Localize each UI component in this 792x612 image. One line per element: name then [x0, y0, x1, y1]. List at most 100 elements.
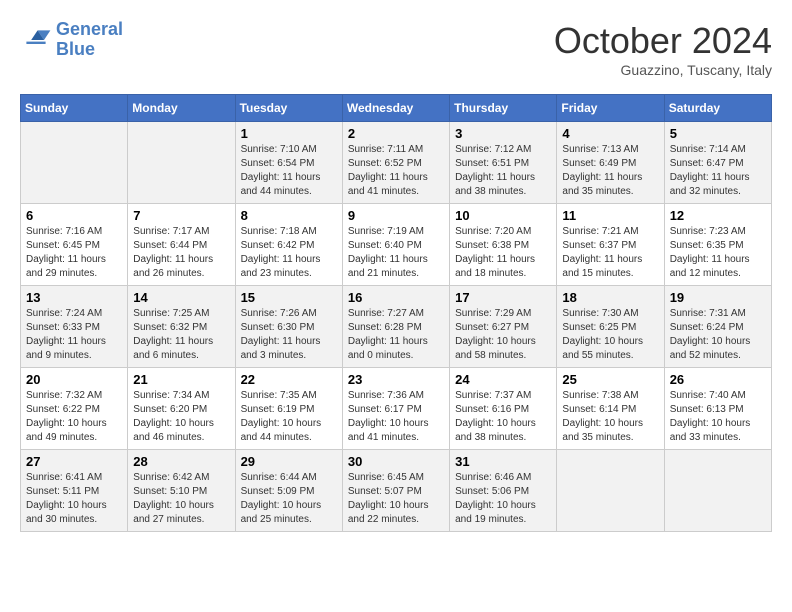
calendar-cell: 18Sunrise: 7:30 AMSunset: 6:25 PMDayligh… — [557, 286, 664, 368]
day-number: 1 — [241, 126, 337, 141]
day-info: Sunrise: 7:12 AMSunset: 6:51 PMDaylight:… — [455, 143, 551, 199]
day-info: Sunrise: 7:14 AMSunset: 6:47 PMDaylight:… — [670, 143, 766, 199]
day-info: Sunrise: 7:18 AMSunset: 6:42 PMDaylight:… — [241, 225, 337, 281]
day-info: Sunrise: 7:24 AMSunset: 6:33 PMDaylight:… — [26, 307, 122, 363]
day-info: Sunrise: 7:37 AMSunset: 6:16 PMDaylight:… — [455, 389, 551, 445]
day-number: 29 — [241, 454, 337, 469]
day-number: 13 — [26, 290, 122, 305]
calendar-cell: 26 Sunrise: 7:40 AMSunset: 6:13 PMDayligh… — [664, 368, 771, 450]
day-info: Sunrise: 7:38 AMSunset: 6:14 PMDaylight:… — [562, 389, 658, 445]
day-number: 27 — [26, 454, 122, 469]
calendar-cell: 19Sunrise: 7:31 AMSunset: 6:24 PMDayligh… — [664, 286, 771, 368]
day-info: Sunrise: 7:26 AMSunset: 6:30 PMDaylight:… — [241, 307, 337, 363]
day-info: Sunrise: 6:45 AMSunset: 5:07 PMDaylight:… — [348, 471, 444, 527]
calendar-cell: 8 Sunrise: 7:18 AMSunset: 6:42 PMDaylight… — [235, 204, 342, 286]
day-number: 30 — [348, 454, 444, 469]
day-number: 17 — [455, 290, 551, 305]
day-of-week-header: Tuesday — [235, 95, 342, 122]
day-info: Sunrise: 7:17 AMSunset: 6:44 PMDaylight:… — [133, 225, 229, 281]
calendar-week-row: 27 Sunrise: 6:41 AMSunset: 5:11 PMDayligh… — [21, 450, 772, 532]
day-of-week-header: Sunday — [21, 95, 128, 122]
calendar-week-row: 6Sunrise: 7:16 AMSunset: 6:45 PMDaylight… — [21, 204, 772, 286]
logo-icon — [20, 24, 52, 56]
day-info: Sunrise: 7:35 AMSunset: 6:19 PMDaylight:… — [241, 389, 337, 445]
calendar-cell: 10 Sunrise: 7:20 AMSunset: 6:38 PMDayligh… — [450, 204, 557, 286]
day-of-week-header: Saturday — [664, 95, 771, 122]
day-info: Sunrise: 6:42 AMSunset: 5:10 PMDaylight:… — [133, 471, 229, 527]
day-info: Sunrise: 7:25 AMSunset: 6:32 PMDaylight:… — [133, 307, 229, 363]
day-number: 21 — [133, 372, 229, 387]
day-number: 4 — [562, 126, 658, 141]
calendar-cell: 31Sunrise: 6:46 AMSunset: 5:06 PMDayligh… — [450, 450, 557, 532]
day-number: 8 — [241, 208, 337, 223]
logo-text: General Blue — [56, 20, 123, 60]
calendar-body: 1 Sunrise: 7:10 AMSunset: 6:54 PMDaylight… — [21, 122, 772, 532]
calendar-cell: 7Sunrise: 7:17 AMSunset: 6:44 PMDaylight… — [128, 204, 235, 286]
day-info: Sunrise: 7:34 AMSunset: 6:20 PMDaylight:… — [133, 389, 229, 445]
day-number: 3 — [455, 126, 551, 141]
calendar-cell — [664, 450, 771, 532]
day-info: Sunrise: 7:23 AMSunset: 6:35 PMDaylight:… — [670, 225, 766, 281]
calendar-table: SundayMondayTuesdayWednesdayThursdayFrid… — [20, 94, 772, 532]
day-number: 9 — [348, 208, 444, 223]
calendar-cell: 16 Sunrise: 7:27 AMSunset: 6:28 PMDayligh… — [342, 286, 449, 368]
day-info: Sunrise: 7:32 AMSunset: 6:22 PMDaylight:… — [26, 389, 122, 445]
calendar-cell: 20 Sunrise: 7:32 AMSunset: 6:22 PMDayligh… — [21, 368, 128, 450]
calendar-week-row: 13 Sunrise: 7:24 AMSunset: 6:33 PMDayligh… — [21, 286, 772, 368]
day-number: 2 — [348, 126, 444, 141]
calendar-cell — [21, 122, 128, 204]
day-number: 12 — [670, 208, 766, 223]
calendar-cell: 9 Sunrise: 7:19 AMSunset: 6:40 PMDaylight… — [342, 204, 449, 286]
calendar-cell: 5 Sunrise: 7:14 AMSunset: 6:47 PMDaylight… — [664, 122, 771, 204]
day-info: Sunrise: 7:19 AMSunset: 6:40 PMDaylight:… — [348, 225, 444, 281]
day-number: 25 — [562, 372, 658, 387]
day-info: Sunrise: 7:11 AMSunset: 6:52 PMDaylight:… — [348, 143, 444, 199]
day-info: Sunrise: 6:41 AMSunset: 5:11 PMDaylight:… — [26, 471, 122, 527]
day-of-week-header: Friday — [557, 95, 664, 122]
calendar-cell: 1 Sunrise: 7:10 AMSunset: 6:54 PMDaylight… — [235, 122, 342, 204]
day-number: 15 — [241, 290, 337, 305]
day-number: 16 — [348, 290, 444, 305]
calendar-cell: 12 Sunrise: 7:23 AMSunset: 6:35 PMDayligh… — [664, 204, 771, 286]
calendar-cell: 30 Sunrise: 6:45 AMSunset: 5:07 PMDayligh… — [342, 450, 449, 532]
day-number: 31 — [455, 454, 551, 469]
calendar-cell: 2 Sunrise: 7:11 AMSunset: 6:52 PMDaylight… — [342, 122, 449, 204]
day-number: 11 — [562, 208, 658, 223]
calendar-cell: 27 Sunrise: 6:41 AMSunset: 5:11 PMDayligh… — [21, 450, 128, 532]
calendar-cell: 4 Sunrise: 7:13 AMSunset: 6:49 PMDaylight… — [557, 122, 664, 204]
day-number: 24 — [455, 372, 551, 387]
calendar-header-row: SundayMondayTuesdayWednesdayThursdayFrid… — [21, 95, 772, 122]
calendar-cell: 29 Sunrise: 6:44 AMSunset: 5:09 PMDayligh… — [235, 450, 342, 532]
calendar-cell: 23Sunrise: 7:36 AMSunset: 6:17 PMDayligh… — [342, 368, 449, 450]
logo: General Blue — [20, 20, 123, 60]
day-info: Sunrise: 7:13 AMSunset: 6:49 PMDaylight:… — [562, 143, 658, 199]
day-info: Sunrise: 7:20 AMSunset: 6:38 PMDaylight:… — [455, 225, 551, 281]
day-number: 26 — [670, 372, 766, 387]
day-number: 10 — [455, 208, 551, 223]
calendar-cell: 25 Sunrise: 7:38 AMSunset: 6:14 PMDayligh… — [557, 368, 664, 450]
calendar-cell: 15 Sunrise: 7:26 AMSunset: 6:30 PMDayligh… — [235, 286, 342, 368]
calendar-week-row: 20 Sunrise: 7:32 AMSunset: 6:22 PMDayligh… — [21, 368, 772, 450]
calendar-cell: 13 Sunrise: 7:24 AMSunset: 6:33 PMDayligh… — [21, 286, 128, 368]
calendar-cell: 22 Sunrise: 7:35 AMSunset: 6:19 PMDayligh… — [235, 368, 342, 450]
calendar-cell — [128, 122, 235, 204]
calendar-cell: 6Sunrise: 7:16 AMSunset: 6:45 PMDaylight… — [21, 204, 128, 286]
day-number: 20 — [26, 372, 122, 387]
day-info: Sunrise: 7:27 AMSunset: 6:28 PMDaylight:… — [348, 307, 444, 363]
day-info: Sunrise: 7:40 AMSunset: 6:13 PMDaylight:… — [670, 389, 766, 445]
calendar-cell: 14Sunrise: 7:25 AMSunset: 6:32 PMDayligh… — [128, 286, 235, 368]
day-info: Sunrise: 6:44 AMSunset: 5:09 PMDaylight:… — [241, 471, 337, 527]
calendar-cell: 28 Sunrise: 6:42 AMSunset: 5:10 PMDayligh… — [128, 450, 235, 532]
calendar-cell — [557, 450, 664, 532]
day-number: 19 — [670, 290, 766, 305]
day-info: Sunrise: 7:10 AMSunset: 6:54 PMDaylight:… — [241, 143, 337, 199]
day-number: 28 — [133, 454, 229, 469]
calendar-cell: 24 Sunrise: 7:37 AMSunset: 6:16 PMDayligh… — [450, 368, 557, 450]
day-info: Sunrise: 7:21 AMSunset: 6:37 PMDaylight:… — [562, 225, 658, 281]
day-number: 5 — [670, 126, 766, 141]
day-number: 6 — [26, 208, 122, 223]
day-number: 22 — [241, 372, 337, 387]
day-info: Sunrise: 7:36 AMSunset: 6:17 PMDaylight:… — [348, 389, 444, 445]
day-of-week-header: Monday — [128, 95, 235, 122]
calendar-cell: 21 Sunrise: 7:34 AMSunset: 6:20 PMDayligh… — [128, 368, 235, 450]
